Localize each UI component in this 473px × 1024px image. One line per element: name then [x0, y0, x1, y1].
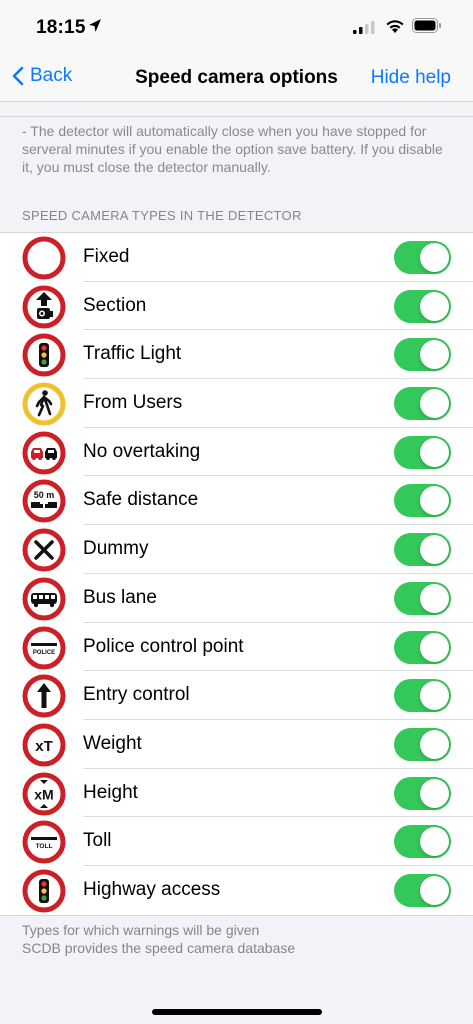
help-divider — [0, 116, 473, 117]
police-icon-text: POLICE — [33, 650, 55, 656]
item-label: Fixed — [83, 246, 130, 267]
navigation-bar: Back Speed camera options Hide help — [0, 52, 473, 102]
item-label: Section — [83, 294, 147, 316]
height-icon: xM — [22, 772, 66, 816]
home-indicator[interactable] — [152, 1009, 322, 1015]
wifi-icon — [386, 20, 404, 33]
list-item: POLICE Police control point — [0, 623, 473, 672]
list-item: xM Height — [0, 769, 473, 818]
safe-distance-icon: 50 m — [22, 479, 66, 523]
list-item: Entry control — [0, 671, 473, 720]
item-label: Safe distance — [83, 489, 199, 511]
help-text: - The detector will automatically close … — [22, 123, 443, 175]
weight-toggle[interactable] — [394, 727, 451, 761]
list-item: From Users — [0, 379, 473, 428]
location-arrow-icon — [89, 19, 101, 32]
toll-toggle[interactable] — [394, 825, 451, 859]
battery-icon — [412, 18, 441, 33]
police-icon: POLICE — [22, 626, 66, 670]
traffic-light-icon — [22, 333, 66, 377]
list-item: Bus lane — [0, 574, 473, 623]
toll-icon-text: TOLL — [36, 843, 53, 850]
list-item: Traffic Light — [0, 330, 473, 380]
footer-line-2: SCDB provides the speed camera database — [22, 940, 296, 956]
footer-line-1: Types for which warnings will be given — [22, 922, 260, 938]
pedestrian-icon — [22, 382, 66, 426]
cellular-signal-icon — [353, 21, 375, 34]
list-item: Highway access — [0, 866, 473, 915]
list-item: Fixed — [0, 233, 473, 282]
status-bar: 18:15 — [0, 0, 473, 52]
section-camera-icon — [22, 285, 66, 329]
item-label: Entry control — [83, 684, 190, 706]
traffic-light-toggle[interactable] — [394, 338, 451, 372]
dummy-toggle[interactable] — [394, 533, 451, 567]
item-label: Highway access — [83, 878, 221, 900]
no-overtaking-toggle[interactable] — [394, 435, 451, 469]
fixed-toggle[interactable] — [394, 241, 451, 274]
toll-icon: TOLL — [22, 820, 66, 864]
fixed-camera-icon — [22, 236, 66, 280]
status-time: 18:15 — [36, 17, 86, 38]
height-toggle[interactable] — [394, 776, 451, 810]
list-item: No overtaking — [0, 428, 473, 477]
up-arrow-icon — [22, 674, 66, 718]
item-label: Traffic Light — [83, 343, 182, 365]
item-label: From Users — [83, 392, 183, 414]
safe-distance-icon-text: 50 m — [34, 490, 55, 500]
from-users-toggle[interactable] — [394, 387, 451, 421]
list-item: TOLL Toll — [0, 817, 473, 866]
item-label: Weight — [83, 732, 142, 754]
camera-types-list: Fixed Section Traffic Light From Users N… — [0, 232, 473, 916]
highway-traffic-light-icon — [22, 869, 66, 913]
item-label: Toll — [83, 830, 112, 852]
hide-help-button[interactable]: Hide help — [371, 67, 451, 89]
item-label: Height — [83, 781, 138, 803]
police-control-toggle[interactable] — [394, 630, 451, 664]
item-label: Police control point — [83, 635, 244, 657]
dummy-x-icon — [22, 528, 66, 572]
footer-text: Types for which warnings will be given S… — [22, 921, 295, 957]
item-label: Dummy — [83, 538, 149, 560]
entry-control-toggle[interactable] — [394, 679, 451, 713]
list-item: xT Weight — [0, 720, 473, 769]
item-label: No overtaking — [83, 440, 201, 462]
safe-distance-toggle[interactable] — [394, 484, 451, 518]
list-item: 50 m Safe distance — [0, 476, 473, 526]
weight-icon: xT — [22, 723, 66, 767]
list-item: Section — [0, 282, 473, 331]
bus-icon — [22, 577, 66, 621]
no-overtaking-icon — [22, 431, 66, 475]
section-header: SPEED CAMERA TYPES IN THE DETECTOR — [22, 208, 302, 223]
bus-lane-toggle[interactable] — [394, 581, 451, 615]
item-label: Bus lane — [83, 586, 157, 608]
highway-access-toggle[interactable] — [394, 873, 451, 907]
section-toggle[interactable] — [394, 289, 451, 323]
list-item: Dummy — [0, 525, 473, 574]
height-icon-text: xM — [34, 786, 53, 802]
weight-icon-text: xT — [35, 738, 53, 755]
